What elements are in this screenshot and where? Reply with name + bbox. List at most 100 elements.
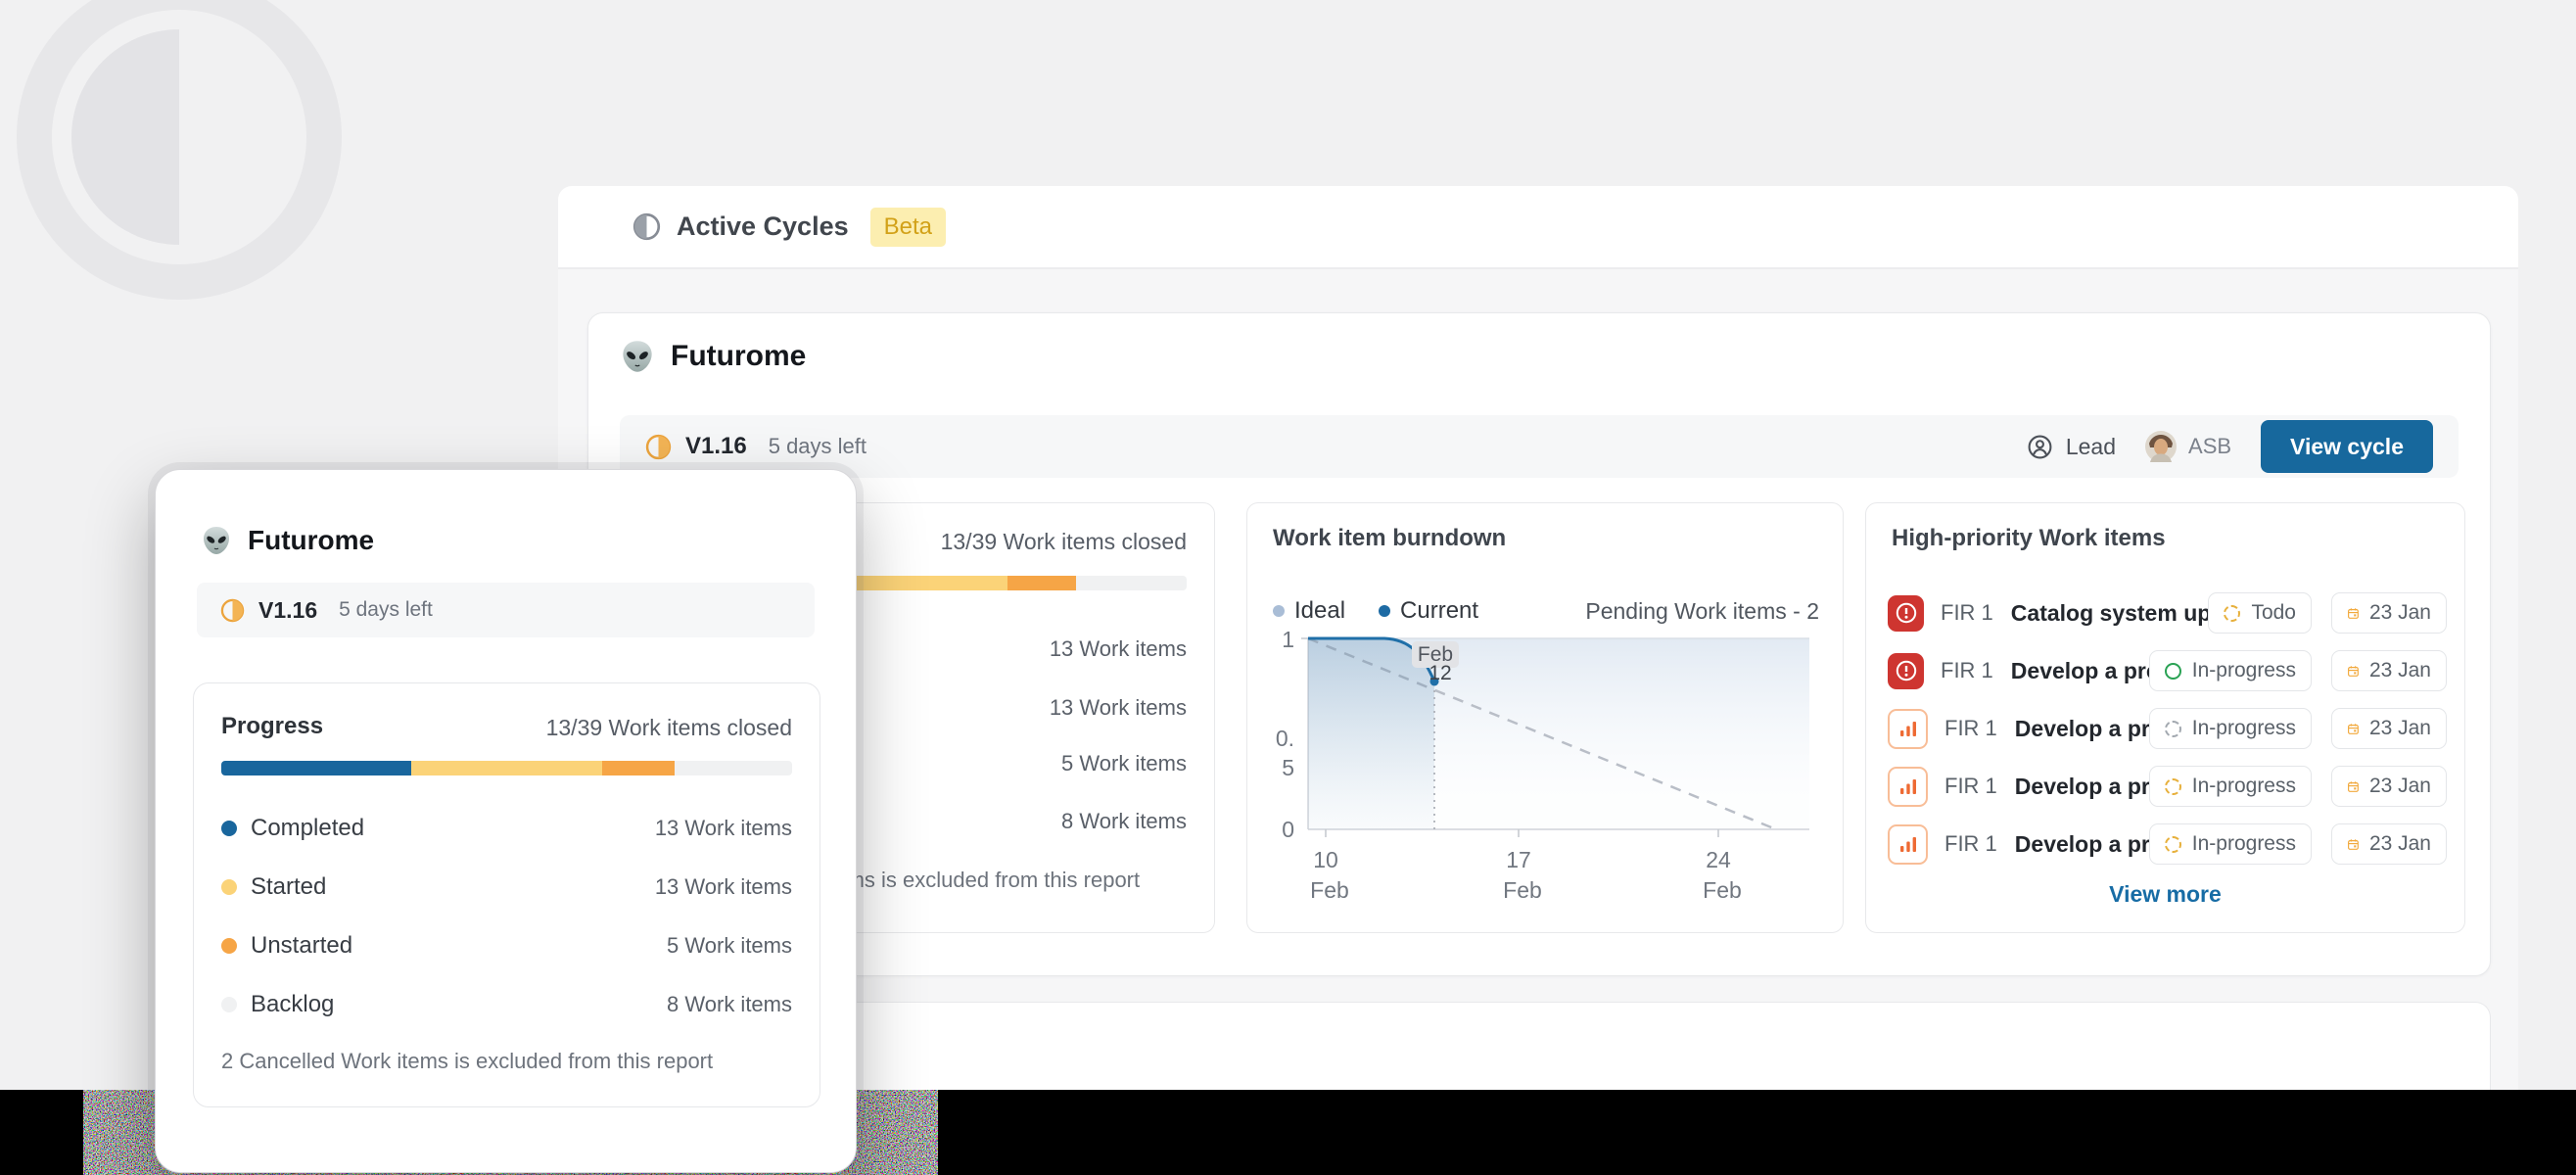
- view-more-link[interactable]: View more: [1866, 881, 2464, 908]
- cycle-version: V1.16: [685, 433, 747, 459]
- date-badge[interactable]: 23 Jan: [2331, 592, 2447, 634]
- date-badge[interactable]: 23 Jan: [2331, 766, 2447, 807]
- date-badge[interactable]: 23 Jan: [2331, 708, 2447, 749]
- status-badge[interactable]: Todo: [2208, 592, 2312, 634]
- legend-dot: [221, 997, 237, 1012]
- cycle-title-row: Futurome: [620, 339, 806, 374]
- status-label: In-progress: [2191, 832, 2296, 855]
- date-label: 23 Jan: [2368, 832, 2431, 855]
- progress-legend-row: Backlog 8 Work items: [221, 987, 792, 1022]
- date-badge[interactable]: 23 Jan: [2331, 823, 2447, 865]
- priority-high-icon: [1888, 766, 1928, 807]
- alien-emoji-icon: [204, 527, 229, 554]
- ytick-05: 0.: [1276, 726, 1294, 751]
- legend-label: Completed: [251, 815, 365, 841]
- progress-summary: 13/39 Work items closed: [940, 529, 1187, 554]
- progress-segment-started: [411, 761, 602, 776]
- date-label: 23 Jan: [2368, 775, 2431, 797]
- xtick-24: 24: [1706, 847, 1731, 872]
- burndown-chart: Feb 12 1 0. 5 0 10 Feb 17 Feb 24 Feb: [1276, 627, 1809, 903]
- work-item-title: Develop a pro...: [2014, 715, 2149, 741]
- cycle-card: Futurome V1.16 5 days left Lead ASB View…: [587, 312, 2491, 976]
- progress-legend-row: Started 13 Work items: [221, 870, 792, 905]
- legend-value: 13 Work items: [1049, 636, 1187, 661]
- legend-dot: [221, 821, 237, 836]
- cycle-version-bar: V1.16 5 days left Lead ASB View cycle: [620, 415, 2459, 478]
- legend-value: 13 Work items: [654, 816, 792, 840]
- ytick-1: 1: [1282, 627, 1294, 652]
- progress-segment-backlog: [1076, 576, 1187, 590]
- legend-value: 13 Work items: [654, 874, 792, 899]
- legend-value: 5 Work items: [667, 933, 792, 958]
- burndown-card: Work item burndown Ideal Current Pending…: [1246, 502, 1844, 933]
- screen: Active Cycles Beta Futurome V1.16 5 days…: [0, 0, 2576, 1175]
- active-cycles-icon: [632, 212, 661, 241]
- current-dot: [1379, 605, 1391, 617]
- beta-badge: Beta: [869, 207, 946, 247]
- work-item-row[interactable]: FIR 1 Develop a pro... In-progress 23 Ja…: [1888, 647, 2447, 694]
- status-icon: [2164, 720, 2181, 737]
- legend-value: 5 Work items: [1061, 751, 1187, 776]
- high-priority-title: High-priority Work items: [1892, 525, 2166, 551]
- priority-high-icon: [1888, 823, 1928, 865]
- work-item-row[interactable]: FIR 1 Develop a pro... In-progress 23 Ja…: [1888, 821, 2447, 868]
- progress-legend-row: Unstarted 5 Work items: [221, 928, 792, 964]
- work-item-row[interactable]: FIR 1 Develop a pro... In-progress 23 Ja…: [1888, 763, 2447, 810]
- work-item-title: Catalog system up...: [2010, 599, 2209, 626]
- work-item-id: FIR 1: [1941, 658, 1993, 682]
- status-icon: [2164, 835, 2181, 853]
- work-item-id: FIR 1: [1941, 600, 1993, 625]
- popup-version-bar: V1.16 5 days left: [197, 583, 815, 637]
- work-item-row[interactable]: FIR 1 Develop a pro... In-progress 23 Ja…: [1888, 705, 2447, 752]
- legend-value: 13 Work items: [1049, 695, 1187, 720]
- status-icon: [2224, 604, 2241, 622]
- progress-segment-unstarted: [1007, 576, 1077, 590]
- work-item-row[interactable]: FIR 1 Catalog system up... Todo 23 Jan: [1888, 589, 2447, 636]
- date-badge[interactable]: 23 Jan: [2331, 650, 2447, 691]
- legend-label: Unstarted: [251, 932, 353, 959]
- cycle-version: V1.16: [258, 596, 318, 623]
- status-badge[interactable]: In-progress: [2148, 766, 2312, 807]
- status-badge[interactable]: In-progress: [2148, 708, 2312, 749]
- legend-dot: [221, 879, 237, 895]
- xtick-10: 10: [1313, 847, 1338, 872]
- xtick-17: 17: [1506, 847, 1531, 872]
- popup-progress-card: Progress 13/39 Work items closed Complet…: [193, 682, 820, 1107]
- legend-value: 8 Work items: [667, 992, 792, 1016]
- priority-high-icon: [1888, 708, 1928, 749]
- status-badge[interactable]: In-progress: [2148, 650, 2312, 691]
- calendar-icon: [2348, 780, 2359, 792]
- cycle-name: Futurome: [671, 340, 807, 372]
- tooltip-day: 12: [1429, 662, 1451, 684]
- date-label: 23 Jan: [2368, 659, 2431, 682]
- calendar-icon: [2348, 607, 2359, 619]
- cycle-name: Futurome: [248, 525, 375, 555]
- status-badge[interactable]: In-progress: [2148, 823, 2312, 865]
- progress-legend-row: Completed 13 Work items: [221, 811, 792, 846]
- priority-urgent-icon: [1888, 652, 1924, 689]
- progress-note: 2 Cancelled Work items is excluded from …: [221, 1049, 714, 1073]
- work-item-title: Develop a pro...: [2014, 773, 2149, 799]
- work-item-id: FIR 1: [1944, 774, 1997, 798]
- status-label: In-progress: [2191, 659, 2296, 682]
- user-icon: [2028, 435, 2052, 458]
- legend-label: Backlog: [251, 991, 335, 1017]
- xtick-24-feb: Feb: [1703, 877, 1742, 903]
- burndown-title: Work item burndown: [1273, 525, 1507, 551]
- progress-segment-unstarted: [601, 761, 676, 776]
- cycle-days-left: 5 days left: [339, 598, 433, 621]
- work-item-id: FIR 1: [1944, 831, 1997, 856]
- lead-label: Lead: [2065, 433, 2117, 459]
- popup-title-row: Futurome: [201, 525, 374, 556]
- progress-title: Progress: [221, 713, 324, 739]
- next-section-card: [587, 1002, 2491, 1096]
- page-title: Active Cycles: [677, 212, 849, 241]
- date-label: 23 Jan: [2368, 601, 2431, 624]
- progress-segment-backlog: [675, 761, 792, 776]
- avatar[interactable]: [2145, 431, 2178, 462]
- view-cycle-button[interactable]: View cycle: [2261, 420, 2433, 473]
- status-icon: [2164, 662, 2181, 680]
- cycles-watermark: [17, 0, 342, 300]
- lead-group: Lead: [2027, 434, 2116, 460]
- calendar-icon: [2348, 723, 2359, 734]
